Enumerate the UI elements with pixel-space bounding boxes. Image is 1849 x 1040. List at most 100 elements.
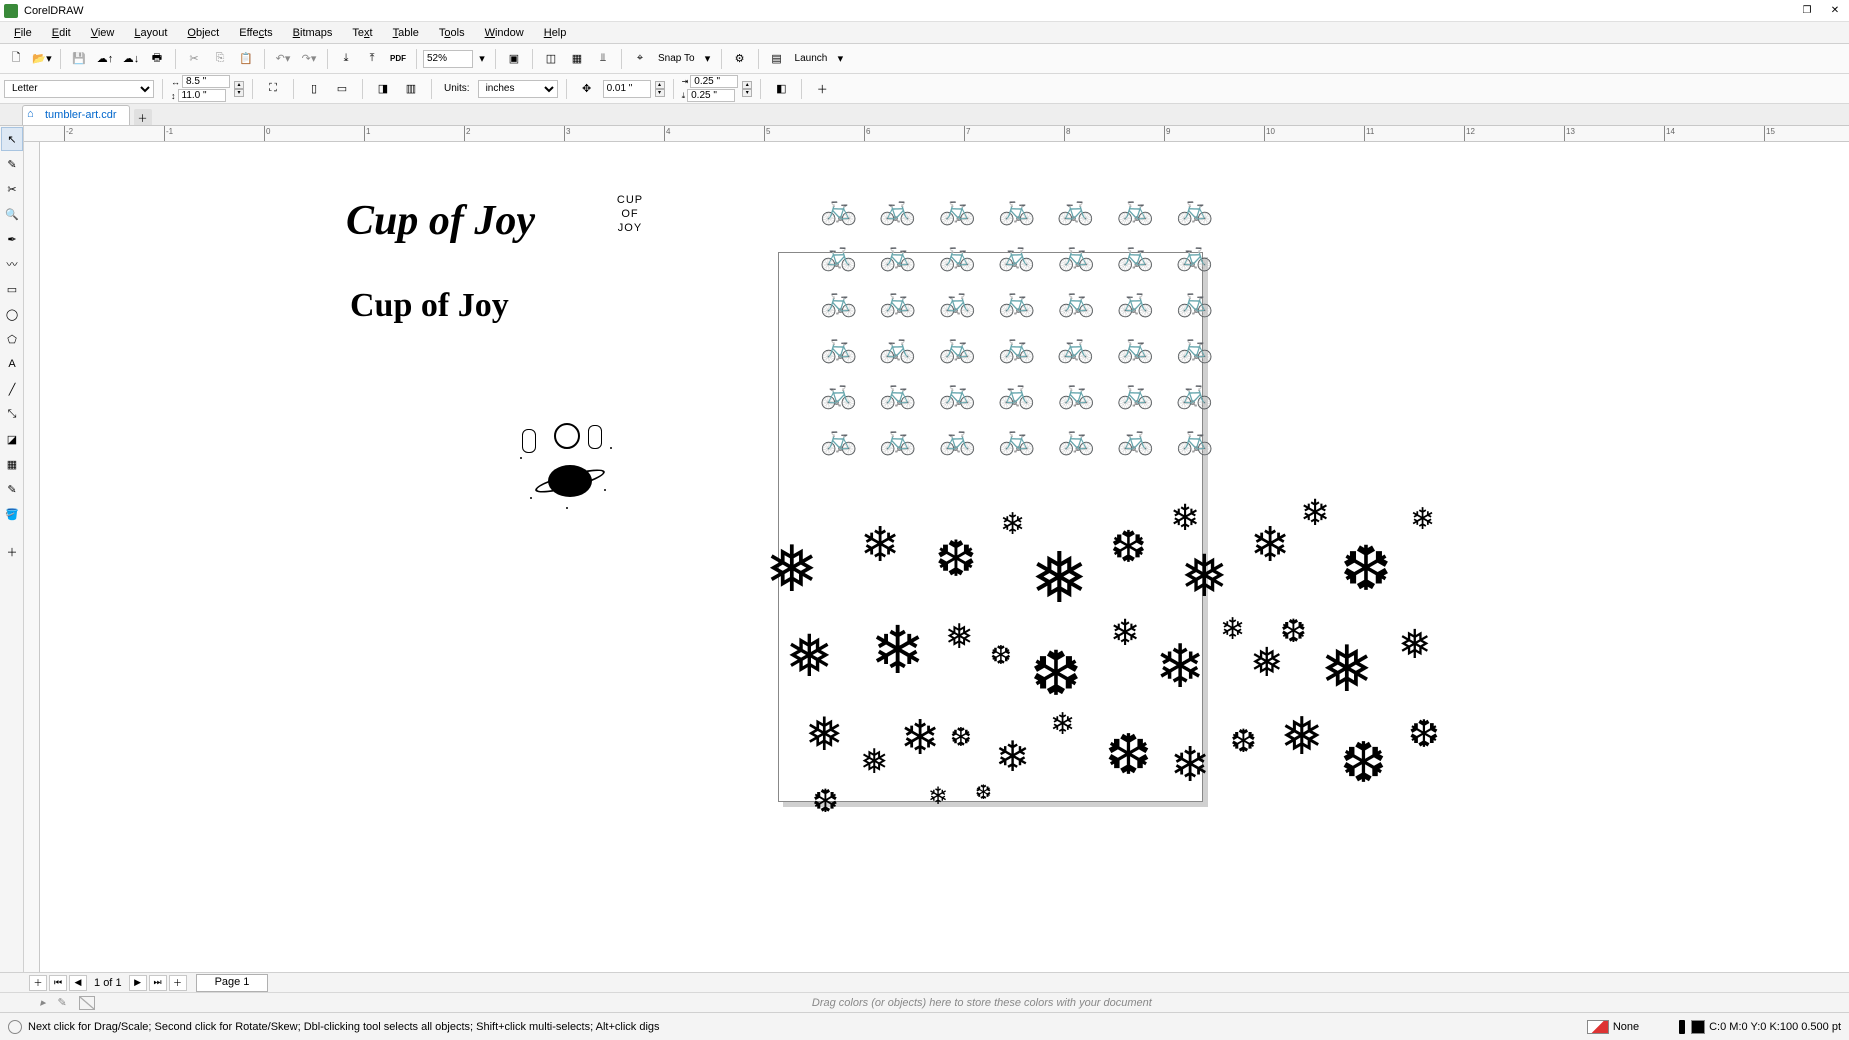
bike-glyph[interactable]: 🚲: [939, 328, 976, 368]
ellipse-tool[interactable]: ◯: [1, 302, 23, 326]
new-tab-button[interactable]: ＋: [134, 109, 152, 125]
snowflake-glyph[interactable]: ❆: [1030, 637, 1082, 710]
export-button[interactable]: ⤒: [360, 47, 384, 71]
art-text-script[interactable]: Cup of Joy: [346, 197, 535, 245]
bike-glyph[interactable]: 🚲: [1057, 282, 1094, 322]
cloud-down-button[interactable]: ☁↓: [119, 47, 143, 71]
treat-as-filled-button[interactable]: ◧: [769, 77, 793, 101]
snowflake-glyph[interactable]: ❆: [1340, 730, 1387, 796]
quick-customize-button[interactable]: ＋: [1, 540, 23, 564]
bike-glyph[interactable]: 🚲: [1176, 236, 1213, 276]
show-guides-button[interactable]: ⫫: [591, 47, 615, 71]
menu-table[interactable]: Table: [383, 24, 429, 42]
menu-text[interactable]: Text: [342, 24, 382, 42]
snowflake-glyph[interactable]: ❅: [945, 617, 974, 657]
menu-edit[interactable]: Edit: [42, 24, 81, 42]
snowflake-glyph[interactable]: ❅: [1398, 622, 1432, 668]
snowflake-glyph[interactable]: ❄: [1220, 612, 1245, 647]
snowflake-glyph[interactable]: ❆: [812, 782, 839, 820]
snowflake-glyph[interactable]: ❆: [990, 640, 1012, 671]
bike-glyph[interactable]: 🚲: [939, 420, 976, 460]
snowflake-glyph[interactable]: ❅: [765, 532, 819, 607]
snowflake-glyph[interactable]: ❄: [860, 517, 900, 573]
page-height-input[interactable]: [178, 89, 226, 102]
snowflake-glyph[interactable]: ❅: [1320, 632, 1374, 707]
bike-glyph[interactable]: 🚲: [939, 236, 976, 276]
eyedropper-tool[interactable]: ✎: [1, 477, 23, 501]
bike-glyph[interactable]: 🚲: [1057, 328, 1094, 368]
next-page-button[interactable]: ▶: [129, 975, 147, 991]
menu-layout[interactable]: Layout: [124, 24, 177, 42]
snowflake-glyph[interactable]: ❅: [1280, 707, 1324, 767]
text-tool[interactable]: A: [1, 352, 23, 376]
page-preset-select[interactable]: Letter: [4, 80, 154, 98]
outline-swatch[interactable]: [1691, 1020, 1705, 1034]
dup-y-input[interactable]: [687, 89, 735, 102]
snowflake-glyph[interactable]: ❆: [975, 780, 992, 805]
menu-view[interactable]: View: [81, 24, 125, 42]
prev-page-button[interactable]: ◀: [69, 975, 87, 991]
launch-dropdown[interactable]: ▾: [833, 47, 847, 71]
document-tab[interactable]: ⌂ tumbler-art.cdr: [22, 105, 130, 125]
gear-icon[interactable]: [8, 1020, 22, 1034]
bike-glyph[interactable]: 🚲: [879, 420, 916, 460]
menu-object[interactable]: Object: [177, 24, 229, 42]
snowflake-glyph[interactable]: ❅: [1030, 537, 1089, 619]
snowflake-glyph[interactable]: ❆: [1280, 612, 1307, 650]
snowflake-glyph[interactable]: ❄: [1110, 612, 1140, 654]
copy-button[interactable]: ⎘: [208, 47, 232, 71]
close-button[interactable]: ✕: [1821, 1, 1849, 21]
fill-tool[interactable]: 🪣: [1, 502, 23, 526]
bike-glyph[interactable]: 🚲: [879, 374, 916, 414]
artistic-media-tool[interactable]: 〰: [1, 252, 23, 276]
bike-glyph[interactable]: 🚲: [1117, 374, 1154, 414]
snowflake-glyph[interactable]: ❄: [900, 710, 940, 766]
bike-glyph[interactable]: 🚲: [820, 190, 857, 230]
drop-shadow-tool[interactable]: ◪: [1, 427, 23, 451]
page-tab[interactable]: Page 1: [196, 974, 269, 992]
bike-glyph[interactable]: 🚲: [998, 420, 1035, 460]
snowflake-glyph[interactable]: ❅: [785, 622, 834, 690]
all-pages-button[interactable]: ◨: [371, 77, 395, 101]
bike-glyph[interactable]: 🚲: [1117, 420, 1154, 460]
add-preset-button[interactable]: ＋: [810, 77, 834, 101]
add-page-after-button[interactable]: ＋: [169, 975, 187, 991]
bike-glyph[interactable]: 🚲: [1176, 282, 1213, 322]
first-page-button[interactable]: ⏮: [49, 975, 67, 991]
shape-tool[interactable]: ✎: [1, 152, 23, 176]
art-text-serif[interactable]: Cup of Joy: [350, 287, 509, 325]
launch-label[interactable]: Launch: [791, 53, 832, 64]
paste-button[interactable]: 📋: [234, 47, 258, 71]
bike-glyph[interactable]: 🚲: [879, 282, 916, 322]
new-button[interactable]: 🗋: [4, 47, 28, 71]
bike-glyph[interactable]: 🚲: [1117, 282, 1154, 322]
snowflake-glyph[interactable]: ❄: [928, 782, 948, 811]
bike-glyph[interactable]: 🚲: [820, 374, 857, 414]
menu-window[interactable]: Window: [475, 24, 534, 42]
no-color-swatch[interactable]: [79, 996, 95, 1010]
snowflake-glyph[interactable]: ❄: [1155, 632, 1205, 702]
show-grid-button[interactable]: ▦: [565, 47, 589, 71]
publish-pdf-button[interactable]: PDF: [386, 47, 410, 71]
launch-icon[interactable]: ▤: [765, 47, 789, 71]
snowflake-glyph[interactable]: ❄: [1300, 492, 1330, 534]
bike-glyph[interactable]: 🚲: [1117, 236, 1154, 276]
pick-tool[interactable]: ↖: [1, 127, 23, 151]
snowflake-glyph[interactable]: ❆: [1230, 722, 1257, 760]
page-width-input[interactable]: [182, 75, 230, 88]
zoom-input[interactable]: [423, 50, 473, 68]
snowflake-glyph[interactable]: ❅: [805, 707, 844, 761]
current-page-button[interactable]: ▥: [399, 77, 423, 101]
open-button[interactable]: 📂▾: [30, 47, 54, 71]
portrait-button[interactable]: ▯: [302, 77, 326, 101]
snowflake-glyph[interactable]: ❄: [1050, 707, 1075, 742]
snowflake-glyph[interactable]: ❆: [1105, 722, 1152, 788]
bike-glyph[interactable]: 🚲: [820, 328, 857, 368]
redo-button[interactable]: ↷▾: [297, 47, 321, 71]
fullscreen-button[interactable]: ▣: [502, 47, 526, 71]
snap-to-label[interactable]: Snap To: [654, 53, 699, 64]
rectangle-tool[interactable]: ▭: [1, 277, 23, 301]
snowflake-glyph[interactable]: ❅: [1250, 640, 1284, 686]
bike-glyph[interactable]: 🚲: [1057, 374, 1094, 414]
snowflake-glyph[interactable]: ❄: [1250, 517, 1290, 573]
